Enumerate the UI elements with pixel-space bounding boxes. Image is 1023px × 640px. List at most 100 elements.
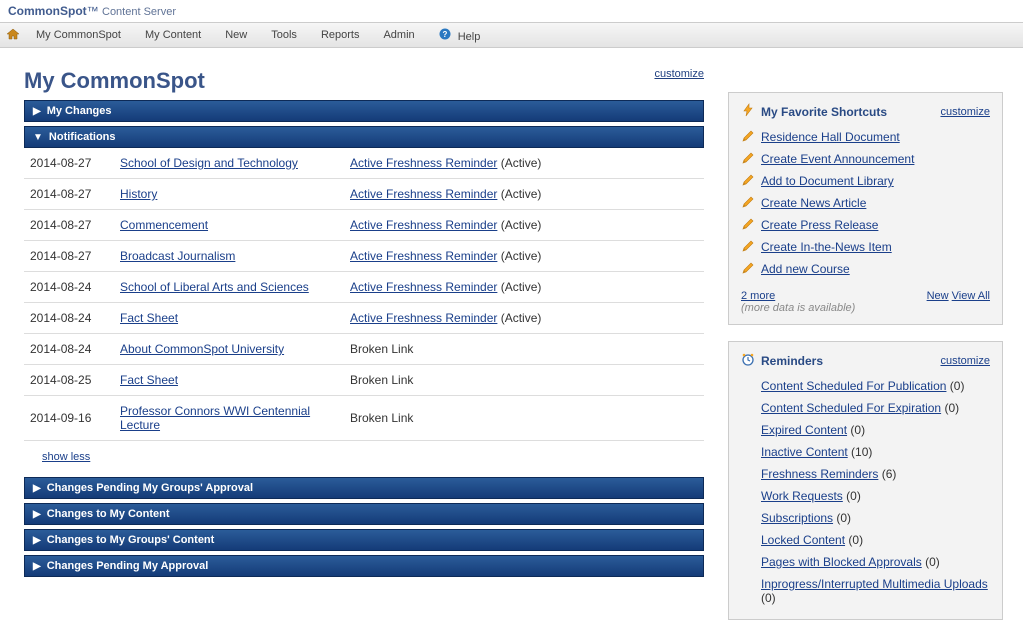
reminder-count: (0) bbox=[922, 555, 940, 569]
reminder-count: (0) bbox=[845, 533, 863, 547]
notif-type: Broken Link bbox=[344, 396, 704, 441]
arrow-right-icon: ▶ bbox=[33, 561, 41, 572]
notif-page-link[interactable]: History bbox=[120, 187, 157, 201]
notif-page-link[interactable]: Fact Sheet bbox=[120, 373, 178, 387]
notif-type: Broken Link bbox=[344, 334, 704, 365]
page-customize-link[interactable]: customize bbox=[654, 68, 704, 80]
reminder-link[interactable]: Pages with Blocked Approvals bbox=[761, 555, 922, 569]
reminder-link[interactable]: Locked Content bbox=[761, 533, 845, 547]
section-changes-pending-my-approval[interactable]: ▶ Changes Pending My Approval bbox=[24, 555, 704, 577]
notif-type-link[interactable]: Active Freshness Reminder bbox=[350, 311, 497, 325]
pencil-icon bbox=[741, 261, 755, 278]
section-changes-to-groups-content[interactable]: ▶ Changes to My Groups' Content bbox=[24, 529, 704, 551]
section-my-changes[interactable]: ▶ My Changes bbox=[24, 100, 704, 122]
reminder-link[interactable]: Inprogress/Interrupted Multimedia Upload… bbox=[761, 577, 988, 591]
menu-help[interactable]: ? Help bbox=[427, 28, 493, 43]
notif-page-link[interactable]: Broadcast Journalism bbox=[120, 249, 235, 263]
home-icon[interactable] bbox=[6, 28, 20, 43]
pencil-icon bbox=[741, 173, 755, 190]
notif-date: 2014-09-16 bbox=[24, 396, 114, 441]
menu-new[interactable]: New bbox=[213, 29, 259, 41]
shortcuts-new-link[interactable]: New bbox=[927, 290, 949, 302]
notif-page-link[interactable]: Fact Sheet bbox=[120, 311, 178, 325]
table-row: 2014-08-24 About CommonSpot University Bro… bbox=[24, 334, 704, 365]
notif-page-link[interactable]: School of Design and Technology bbox=[120, 156, 298, 170]
arrow-right-icon: ▶ bbox=[33, 483, 41, 494]
reminders-panel: Reminders customize Content Scheduled Fo… bbox=[728, 341, 1003, 620]
shortcut-link[interactable]: Create Event Announcement bbox=[761, 152, 914, 166]
list-item: Freshness Reminders (6) bbox=[741, 463, 990, 485]
list-item: Locked Content (0) bbox=[741, 529, 990, 551]
section-changes-pending-groups-approval[interactable]: ▶ Changes Pending My Groups' Approval bbox=[24, 477, 704, 499]
reminder-count: (0) bbox=[941, 401, 959, 415]
list-item: Inactive Content (10) bbox=[741, 441, 990, 463]
show-less-link[interactable]: show less bbox=[42, 451, 90, 463]
menubar: My CommonSpot My Content New Tools Repor… bbox=[0, 22, 1023, 48]
reminder-link[interactable]: Freshness Reminders bbox=[761, 467, 878, 481]
list-item: Create Press Release bbox=[741, 214, 990, 236]
notif-page-link[interactable]: School of Liberal Arts and Sciences bbox=[120, 280, 309, 294]
section-changes-to-my-content[interactable]: ▶ Changes to My Content bbox=[24, 503, 704, 525]
menu-admin[interactable]: Admin bbox=[371, 29, 426, 41]
list-item: Content Scheduled For Publication (0) bbox=[741, 375, 990, 397]
shortcuts-more-link[interactable]: 2 more bbox=[741, 290, 775, 302]
list-item: Create News Article bbox=[741, 192, 990, 214]
pencil-icon bbox=[741, 129, 755, 146]
notif-type-link[interactable]: Active Freshness Reminder bbox=[350, 187, 497, 201]
table-row: 2014-08-24School of Liberal Arts and Sci… bbox=[24, 272, 704, 303]
notif-type: Active Freshness Reminder (Active) bbox=[344, 210, 704, 241]
notif-date: 2014-08-25 bbox=[24, 365, 114, 396]
table-row: 2014-08-27 Commencement Active Freshness R… bbox=[24, 210, 704, 241]
shortcut-link[interactable]: Create Press Release bbox=[761, 218, 878, 232]
notif-type-link[interactable]: Active Freshness Reminder bbox=[350, 218, 497, 232]
menu-my-commonspot[interactable]: My CommonSpot bbox=[24, 29, 133, 41]
shortcuts-more-note: (more data is available) bbox=[741, 302, 855, 314]
list-item: Pages with Blocked Approvals (0) bbox=[741, 551, 990, 573]
reminder-count: (6) bbox=[878, 467, 896, 481]
shortcut-link[interactable]: Create News Article bbox=[761, 196, 866, 210]
menu-tools[interactable]: Tools bbox=[259, 29, 309, 41]
notif-date: 2014-08-27 bbox=[24, 210, 114, 241]
shortcuts-title: My Favorite Shortcuts bbox=[741, 103, 887, 120]
notif-type-link[interactable]: Active Freshness Reminder bbox=[350, 249, 497, 263]
table-row: 2014-08-25 Fact Sheet Broken Link bbox=[24, 365, 704, 396]
notif-date: 2014-08-27 bbox=[24, 148, 114, 179]
notif-type: Active Freshness Reminder (Active) bbox=[344, 241, 704, 272]
reminder-link[interactable]: Content Scheduled For Expiration bbox=[761, 401, 941, 415]
arrow-right-icon: ▶ bbox=[33, 535, 41, 546]
shortcut-link[interactable]: Add to Document Library bbox=[761, 174, 894, 188]
reminder-link[interactable]: Expired Content bbox=[761, 423, 847, 437]
list-item: Content Scheduled For Expiration (0) bbox=[741, 397, 990, 419]
reminder-link[interactable]: Content Scheduled For Publication bbox=[761, 379, 946, 393]
notif-date: 2014-08-27 bbox=[24, 241, 114, 272]
reminders-customize-link[interactable]: customize bbox=[940, 355, 990, 367]
shortcut-list: Residence Hall Document Create Event Anno… bbox=[741, 126, 990, 280]
notif-type: Broken Link bbox=[344, 365, 704, 396]
shortcuts-viewall-link[interactable]: View All bbox=[952, 290, 990, 302]
notif-page-link[interactable]: About CommonSpot University bbox=[120, 342, 284, 356]
notif-page-link[interactable]: Professor Connors WWI Centennial Lecture bbox=[120, 404, 310, 432]
reminder-count: (0) bbox=[843, 489, 861, 503]
notif-page-link[interactable]: Commencement bbox=[120, 218, 208, 232]
notif-date: 2014-08-24 bbox=[24, 334, 114, 365]
shortcuts-customize-link[interactable]: customize bbox=[940, 106, 990, 118]
shortcut-link[interactable]: Add new Course bbox=[761, 262, 850, 276]
section-notifications[interactable]: ▼ Notifications bbox=[24, 126, 704, 148]
table-row: 2014-08-24Fact SheetActive Freshness Rem… bbox=[24, 303, 704, 334]
bolt-icon bbox=[741, 103, 755, 120]
reminders-title: Reminders bbox=[741, 352, 823, 369]
notif-type: Active Freshness Reminder (Active) bbox=[344, 179, 704, 210]
shortcut-link[interactable]: Residence Hall Document bbox=[761, 130, 900, 144]
list-item: Create Event Announcement bbox=[741, 148, 990, 170]
notif-type-link[interactable]: Active Freshness Reminder bbox=[350, 280, 497, 294]
shortcut-link[interactable]: Create In-the-News Item bbox=[761, 240, 892, 254]
notif-type-link[interactable]: Active Freshness Reminder bbox=[350, 156, 497, 170]
menu-reports[interactable]: Reports bbox=[309, 29, 372, 41]
reminder-link[interactable]: Inactive Content bbox=[761, 445, 848, 459]
pencil-icon bbox=[741, 195, 755, 212]
reminder-link[interactable]: Work Requests bbox=[761, 489, 843, 503]
clock-icon bbox=[741, 352, 755, 369]
list-item: Create In-the-News Item bbox=[741, 236, 990, 258]
menu-my-content[interactable]: My Content bbox=[133, 29, 213, 41]
reminder-link[interactable]: Subscriptions bbox=[761, 511, 833, 525]
